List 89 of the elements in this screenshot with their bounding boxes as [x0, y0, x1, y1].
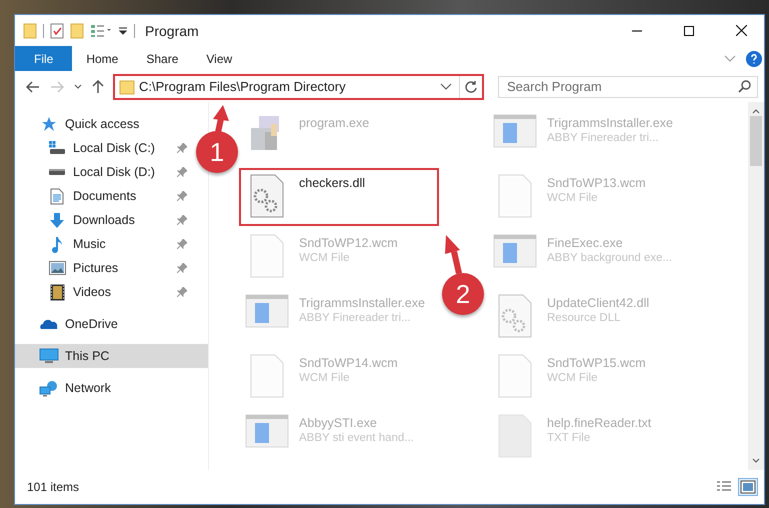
scroll-down-icon[interactable] [752, 458, 760, 464]
nav-item[interactable]: Pictures [15, 256, 195, 280]
dropdown-icon[interactable] [118, 26, 128, 36]
app-window-icon [245, 294, 289, 328]
computer-icon [39, 348, 59, 364]
file-name: program.exe [299, 116, 370, 130]
file-type: ABBY background exe... [547, 252, 672, 264]
pin-icon[interactable] [177, 191, 187, 201]
search-icon [738, 80, 751, 92]
pin-icon[interactable] [177, 287, 187, 297]
file-name: TrigrammsInstaller.exe [299, 296, 425, 310]
file-type: ABBY sti event hand... [299, 432, 414, 444]
blank-file-icon [498, 354, 532, 398]
nav-item[interactable]: Quick access [15, 112, 195, 136]
nav-item[interactable]: OneDrive [15, 312, 195, 336]
refresh-icon[interactable] [464, 80, 478, 94]
list-view-icon[interactable] [90, 24, 112, 38]
file-type: WCM File [547, 192, 598, 204]
cloud-icon [39, 318, 59, 330]
file-name: SndToWP14.wcm [299, 356, 398, 370]
nav-item[interactable]: Documents [15, 184, 195, 208]
film-icon [50, 284, 64, 300]
nav-item[interactable]: Network [15, 376, 195, 400]
file-type: Resource DLL [547, 312, 622, 324]
file-name: UpdateClient42.dll [547, 296, 650, 310]
file-name: TrigrammsInstaller.exe [547, 116, 673, 130]
file-name: help.fineReader.txt [547, 416, 652, 430]
drive-icon [48, 168, 66, 176]
file-type: WCM File [547, 372, 598, 384]
pin-icon[interactable] [177, 167, 187, 177]
pointer-arrow [445, 235, 462, 274]
file-type: WCM File [299, 372, 350, 384]
file-name: SndToWP15.wcm [547, 356, 646, 370]
maximize-icon[interactable] [684, 26, 694, 36]
file-name: AbbyySTI.exe [299, 416, 378, 430]
blank-file-icon [250, 354, 284, 398]
pin-icon[interactable] [177, 215, 187, 225]
file-name: SndToWP13.wcm [547, 176, 646, 190]
blank-file-icon [250, 234, 284, 278]
close-icon[interactable] [736, 25, 746, 36]
nav-item[interactable]: Local Disk (C:) [15, 136, 195, 160]
ribbon-tab[interactable]: Share [132, 46, 192, 71]
file-name: checkers.dll [299, 176, 365, 190]
file-name: SndToWP12.wcm [299, 236, 398, 250]
nav-item[interactable]: Music [15, 232, 195, 256]
chevron-down-icon[interactable] [74, 84, 82, 90]
file-name: FineExec.exe [547, 236, 624, 250]
nav-item[interactable]: Videos [15, 280, 195, 304]
scroll-thumb[interactable] [750, 116, 762, 166]
folder-icon [119, 78, 135, 94]
app-window-icon [493, 114, 537, 148]
star-icon [41, 116, 57, 132]
ribbon-tab[interactable]: View [192, 46, 246, 71]
pin-icon[interactable] [177, 263, 187, 273]
document-icon [50, 188, 64, 204]
app-window-icon [493, 234, 537, 268]
help-icon[interactable] [746, 50, 762, 66]
scroll-up-icon[interactable] [752, 108, 760, 114]
back-arrow-icon[interactable] [26, 80, 40, 92]
pin-icon[interactable] [177, 239, 187, 249]
pin-icon[interactable] [177, 143, 187, 153]
file-item[interactable]: checkers.dll [239, 168, 439, 226]
up-arrow-icon[interactable] [92, 80, 104, 94]
address-bar[interactable]: C:\Program Files\Program Directory [113, 74, 484, 100]
item-count: 101 items [27, 480, 80, 494]
drive-icon [48, 140, 66, 156]
properties-check-icon[interactable] [50, 22, 64, 38]
ribbon-tab[interactable]: Home [72, 46, 132, 71]
file-type: ABBY Finereader tri... [547, 132, 660, 144]
search-field[interactable]: Search Program [498, 76, 758, 98]
gear-file-icon [498, 294, 532, 338]
file-type: TXT File [547, 432, 592, 444]
app-window-icon [245, 414, 289, 448]
pointer-arrow [213, 105, 229, 133]
file-type: WCM File [299, 252, 350, 264]
gear-file-icon [250, 174, 284, 218]
file-type: ABBY Finereader tri... [299, 312, 412, 324]
download-arrow-icon [49, 212, 65, 228]
nav-item[interactable]: Downloads [15, 208, 195, 232]
window-title: Program [145, 22, 200, 38]
nav-item[interactable]: This PC [15, 344, 208, 368]
music-note-icon [51, 236, 63, 252]
text-file-icon [498, 414, 532, 458]
picture-icon [48, 261, 66, 275]
file-tab[interactable]: File [15, 46, 72, 71]
nav-item[interactable]: Local Disk (D:) [15, 160, 195, 184]
network-icon [39, 380, 59, 396]
scrollbar[interactable] [748, 102, 764, 470]
blank-file-icon [498, 174, 532, 218]
